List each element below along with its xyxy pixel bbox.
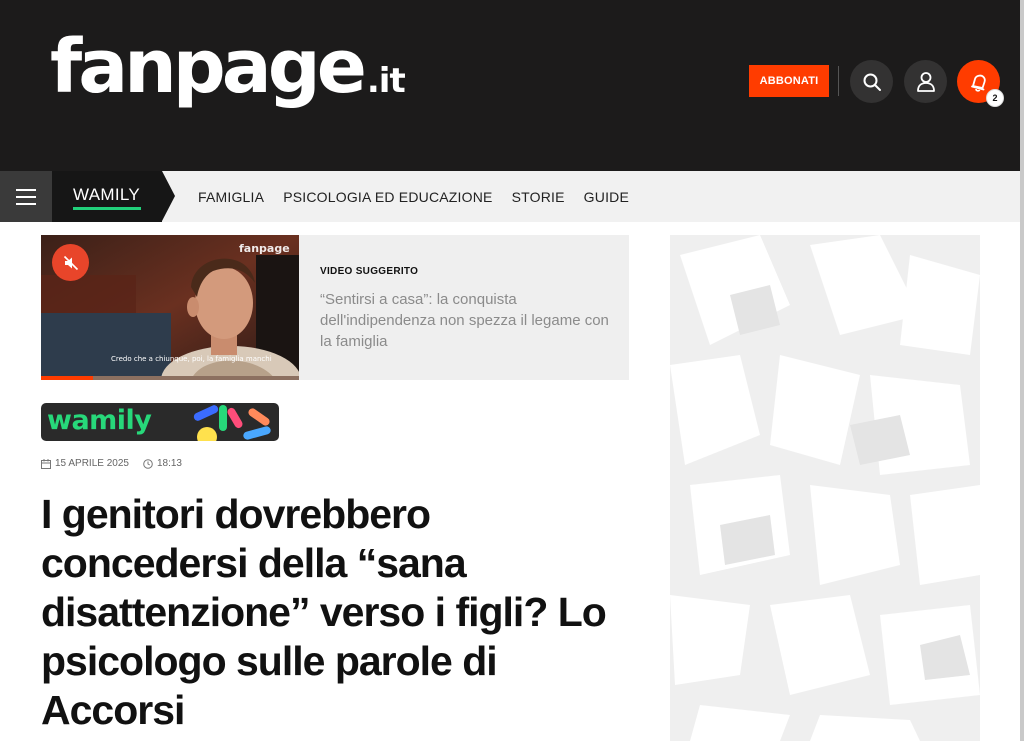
nav-items: FAMIGLIA PSICOLOGIA ED EDUCAZIONE STORIE…: [198, 171, 629, 222]
search-icon: [863, 73, 881, 91]
article-time-text: 18:13: [156, 458, 182, 469]
user-icon: [916, 71, 935, 92]
menu-bar: [16, 202, 36, 205]
section-tag-arrow: [162, 171, 175, 221]
account-button[interactable]: [904, 60, 947, 103]
header-divider: [838, 66, 839, 96]
bell-icon: [970, 74, 986, 92]
search-button[interactable]: [850, 60, 893, 103]
video-caption: Credo che a chiunque, poi, la famiglia m…: [111, 355, 272, 363]
article-date: 15 APRILE 2025: [41, 458, 129, 469]
subscribe-button[interactable]: ABBONATI: [749, 65, 829, 97]
scrollbar[interactable]: [1020, 0, 1024, 741]
muted-speaker-icon: [63, 255, 78, 270]
section-label[interactable]: WAMILY: [73, 185, 140, 205]
wamily-banner[interactable]: wamily: [41, 403, 279, 441]
video-kicker: VIDEO SUGGERITO: [320, 266, 419, 277]
section-navbar: WAMILY FAMIGLIA PSICOLOGIA ED EDUCAZIONE…: [0, 171, 1024, 222]
menu-bar: [16, 195, 36, 198]
video-title[interactable]: “Sentirsi a casa”: la conquista dell'ind…: [320, 289, 610, 352]
article-date-text: 15 APRILE 2025: [55, 458, 129, 469]
clock-icon: [143, 458, 153, 469]
video-progress-bar[interactable]: [41, 376, 299, 380]
nav-item-guide[interactable]: GUIDE: [584, 189, 629, 205]
hamburger-menu-button[interactable]: [0, 171, 52, 222]
logo-main-text: fanpage: [50, 24, 367, 110]
section-underline: [73, 207, 141, 210]
thumbnail-logo: fanpage: [239, 242, 290, 255]
menu-bar: [16, 188, 36, 191]
sidebar-decorative-art: [670, 235, 980, 741]
wamily-banner-text: wamily: [47, 405, 152, 436]
video-thumbnail[interactable]: fanpage Credo che a chiunque, poi, la fa…: [41, 235, 299, 380]
logo-tld-text: .it: [366, 61, 406, 101]
suggested-video-card[interactable]: fanpage Credo che a chiunque, poi, la fa…: [41, 235, 629, 380]
site-header: fanpage .it ABBONATI 2: [0, 0, 1024, 171]
article-headline: I genitori dovrebbero concedersi della “…: [41, 491, 607, 733]
fanpage-logo[interactable]: fanpage .it: [50, 24, 406, 110]
nav-item-famiglia[interactable]: FAMIGLIA: [198, 189, 264, 205]
nav-item-storie[interactable]: STORIE: [512, 189, 565, 205]
article-meta: 15 APRILE 2025 18:13: [41, 458, 190, 469]
mute-button[interactable]: [52, 244, 89, 281]
calendar-icon: [41, 458, 51, 469]
typographic-pattern: [670, 235, 980, 741]
notification-count-badge: 2: [986, 89, 1004, 107]
article-time: 18:13: [143, 458, 182, 469]
video-progress-fill: [41, 376, 93, 380]
wamily-banner-shapes: [193, 405, 271, 441]
nav-item-psicologia[interactable]: PSICOLOGIA ED EDUCAZIONE: [283, 189, 492, 205]
